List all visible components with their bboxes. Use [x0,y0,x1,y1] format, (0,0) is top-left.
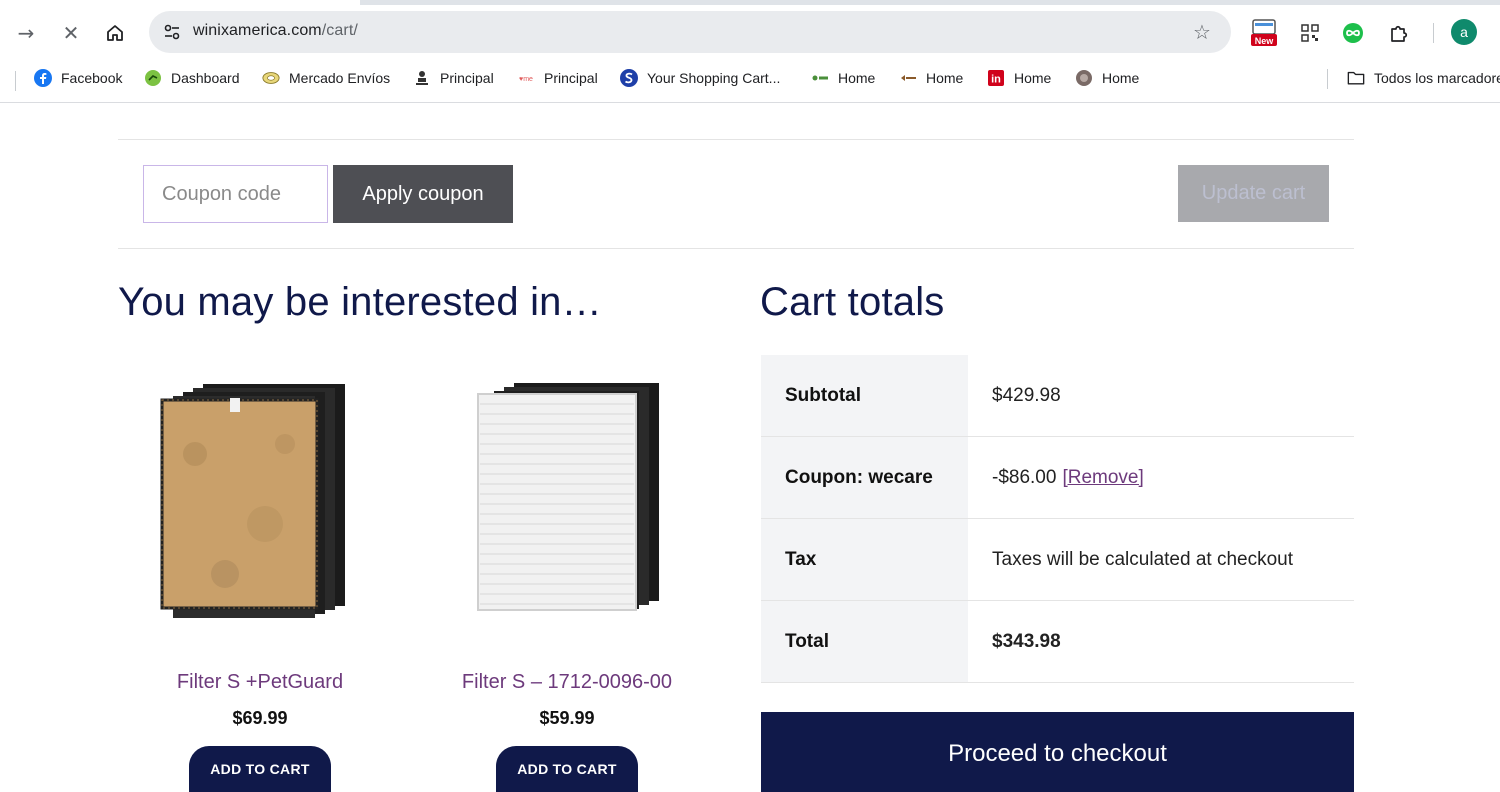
svg-text:♥me: ♥me [519,76,533,83]
extensions-puzzle-icon[interactable] [1383,17,1415,49]
totals-row-tax: Tax Taxes will be calculated at checkout [761,519,1354,601]
bookmark-facebook[interactable]: Facebook [34,61,122,95]
bookmark-principal-2[interactable]: ♥me Principal [517,61,598,95]
site-info-icon[interactable] [159,19,185,45]
home-icon[interactable] [99,17,131,49]
bookmark-home-2[interactable]: Home [899,61,963,95]
bookmark-label: Home [926,70,964,86]
subtotal-value: $429.98 [968,355,1354,436]
principal-red-icon: ♥me [517,69,535,87]
product-image-hepa-filter[interactable] [442,374,692,624]
product-image-petguard-filter[interactable] [135,374,385,624]
svg-text:New: New [1255,36,1275,46]
totals-row-coupon: Coupon: wecare -$86.00 [Remove] [761,437,1354,519]
coupon-code-input[interactable] [143,165,328,223]
bookmark-label: Home [1102,70,1140,86]
all-bookmarks-label: Todos los marcadores [1374,70,1500,86]
tax-label: Tax [761,519,968,600]
bookmark-mercado-envios[interactable]: Mercado Envíos [262,61,390,95]
bookmarks-separator [15,71,16,91]
remove-coupon-link[interactable]: [Remove] [1062,467,1143,489]
apply-coupon-button[interactable]: Apply coupon [333,165,513,223]
shopping-cart-s-icon [620,69,638,87]
proceed-to-checkout-button[interactable]: Proceed to checkout [761,712,1354,792]
bookmarks-separator-right [1327,69,1328,89]
totals-row-subtotal: Subtotal $429.98 [761,355,1354,437]
stop-loading-icon[interactable]: ✕ [55,17,87,49]
bookmark-principal[interactable]: Principal [413,61,494,95]
update-cart-button[interactable]: Update cart [1178,165,1329,222]
url-host: winixamerica.com [193,22,322,39]
product-price: $69.99 [232,708,288,728]
product-price: $59.99 [539,708,595,728]
cross-sells-title: You may be interested in… [118,280,602,324]
cart-actions-row: Apply coupon Update cart [118,139,1354,249]
home-in-icon: in [987,69,1005,87]
bookmark-label: Principal [544,70,598,86]
product-card: Filter S +PetGuard $69.99 ADD TO CART [135,374,385,792]
facebook-icon [34,69,52,87]
cart-totals-table: Subtotal $429.98 Coupon: wecare -$86.00 … [761,355,1354,683]
infinity-extension-icon[interactable] [1337,17,1369,49]
bookmark-star-icon[interactable]: ☆ [1189,19,1215,45]
coupon-discount: -$86.00 [992,466,1057,488]
mercado-envios-icon [262,69,280,87]
bookmark-label: Home [838,70,876,86]
profile-avatar[interactable]: a [1451,19,1477,45]
home-green-icon [811,69,829,87]
add-to-cart-button[interactable]: ADD TO CART [496,746,638,792]
bookmark-home-3[interactable]: in Home [987,61,1051,95]
url-path: /cart/ [321,22,358,39]
bookmark-dashboard[interactable]: Dashboard [144,61,240,95]
bookmark-shopping-cart[interactable]: Your Shopping Cart... [620,61,780,95]
browser-toolbar: → ✕ winixamerica.com/cart/ ☆ New a [0,5,1500,61]
bookmark-label: Mercado Envíos [289,70,391,86]
cart-totals-title: Cart totals [760,280,945,324]
coupon-value-cell: -$86.00 [Remove] [968,437,1354,518]
product-name-link[interactable]: Filter S – 1712-0096-00 [442,671,692,694]
total-label: Total [761,601,968,682]
subtotal-label: Subtotal [761,355,968,436]
dashboard-icon [144,69,162,87]
bookmark-home-1[interactable]: Home [811,61,875,95]
cart-page: Apply coupon Update cart You may be inte… [0,104,1500,792]
product-name-link[interactable]: Filter S +PetGuard [135,671,385,694]
bookmark-label: Principal [440,70,494,86]
all-bookmarks-folder[interactable]: Todos los marcadores [1347,61,1500,95]
svg-text:in: in [991,74,1001,86]
principal-icon [413,69,431,87]
bookmarks-bar: Facebook Dashboard Mercado Envíos Princi… [0,61,1500,103]
home-round-icon [1075,69,1093,87]
home-arrow-icon [899,69,917,87]
coupon-label: Coupon: wecare [761,437,968,518]
product-card: Filter S – 1712-0096-00 $59.99 ADD TO CA… [442,374,692,792]
bookmark-label: Home [1014,70,1052,86]
bookmark-home-4[interactable]: Home [1075,61,1139,95]
qr-code-icon[interactable] [1294,17,1326,49]
forward-icon[interactable]: → [10,17,42,49]
folder-icon [1347,69,1365,87]
bookmark-label: Your Shopping Cart... [647,70,781,86]
bookmark-label: Dashboard [171,70,240,86]
bookmark-label: Facebook [61,70,123,86]
total-value: $343.98 [968,601,1354,682]
url-text[interactable]: winixamerica.com/cart/ [193,22,358,40]
totals-row-total: Total $343.98 [761,601,1354,683]
tax-value: Taxes will be calculated at checkout [968,519,1354,600]
add-to-cart-button[interactable]: ADD TO CART [189,746,331,792]
address-bar[interactable]: winixamerica.com/cart/ ☆ [149,11,1231,53]
toolbar-separator [1433,23,1434,43]
new-extension-icon[interactable]: New [1248,17,1280,49]
